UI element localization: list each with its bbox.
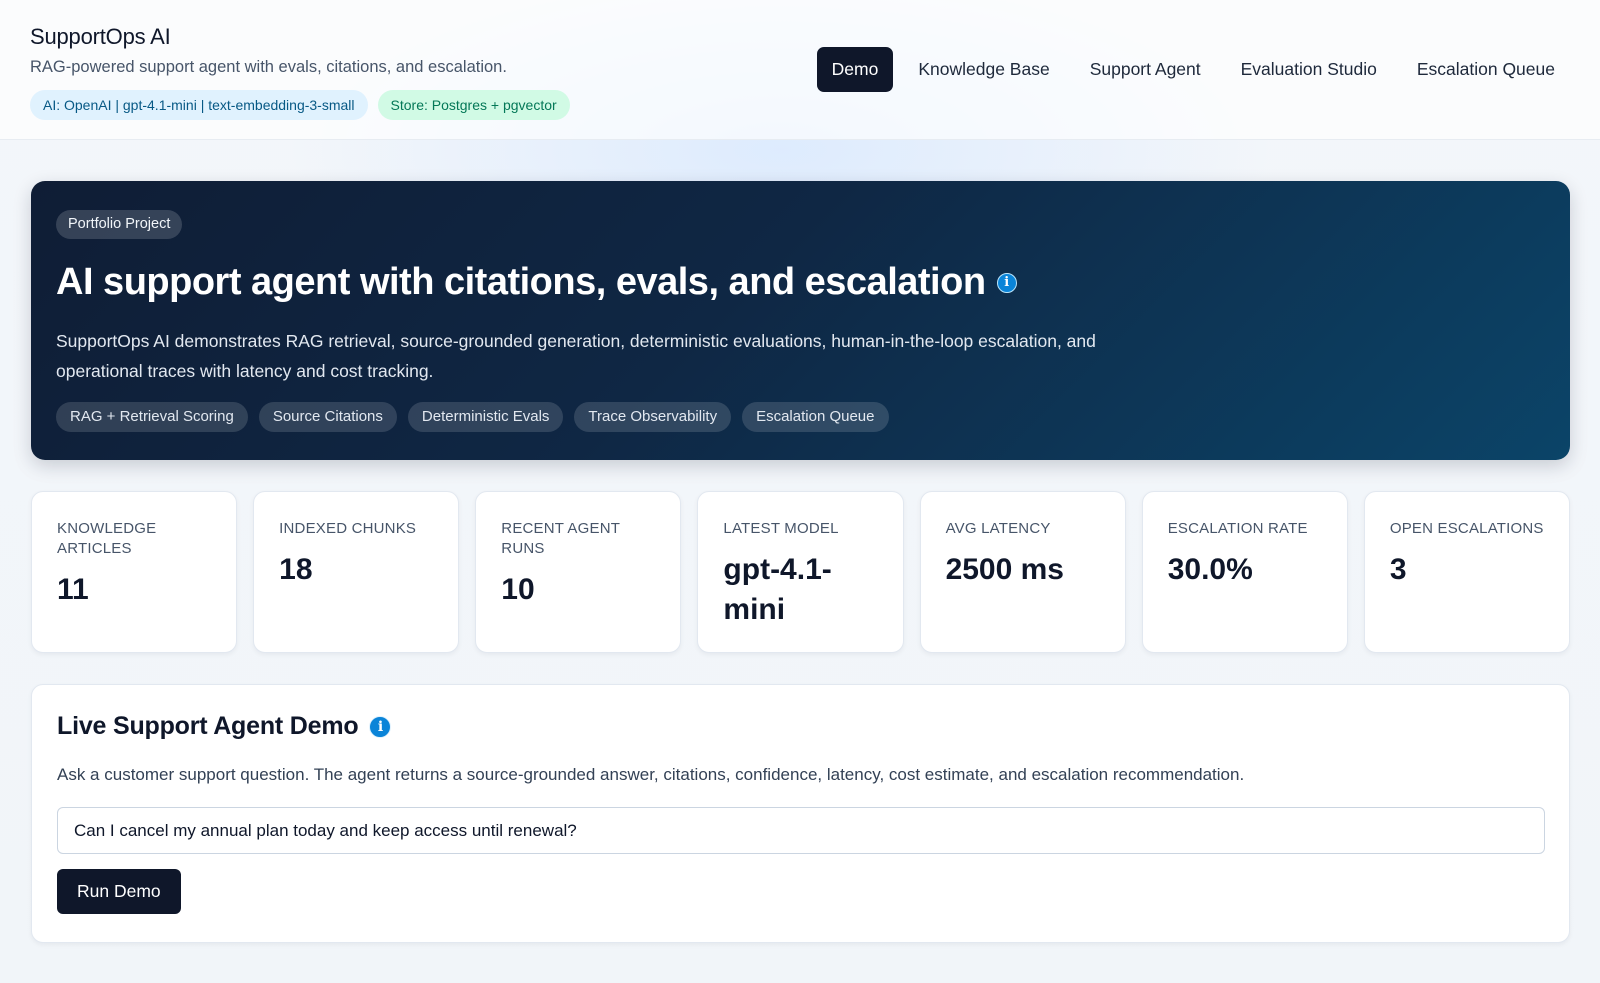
stat-value: 30.0%: [1167, 553, 1253, 586]
feature-tag: Deterministic Evals: [407, 402, 564, 432]
demo-title-text: Live Support Agent Demo: [57, 712, 359, 740]
hero-title-text: AI support agent with citations, evals, …: [56, 261, 986, 303]
stat-label: Latest Model: [723, 520, 839, 537]
status-pills: AI: OpenAI | gpt-4.1-mini | text-embeddi…: [30, 90, 570, 120]
brand: SupportOps AI RAG-powered support agent …: [30, 24, 570, 120]
stat-label: Avg Latency: [945, 520, 1051, 537]
hero-description: SupportOps AI demonstrates RAG retrieval…: [56, 331, 1096, 381]
nav-demo[interactable]: Demo: [816, 47, 894, 92]
stat-label: Knowledge Articles: [57, 520, 157, 557]
ai-provider-badge: AI: OpenAI | gpt-4.1-mini | text-embeddi…: [30, 90, 368, 120]
stats-grid: Knowledge Articles 11 Indexed Chunks 18 …: [31, 491, 1570, 653]
live-demo-panel: Live Support Agent Demo i Ask a customer…: [31, 684, 1570, 943]
project-badge: Portfolio Project: [56, 210, 183, 239]
nav-knowledge-base[interactable]: Knowledge Base: [903, 47, 1064, 92]
stat-value: 10: [501, 573, 535, 606]
feature-tag: RAG + Retrieval Scoring: [56, 402, 248, 432]
question-input[interactable]: [57, 807, 1545, 854]
demo-title: Live Support Agent Demo i: [57, 712, 1544, 741]
hero-title: AI support agent with citations, evals, …: [56, 261, 1545, 304]
stat-label: Recent Agent Runs: [501, 520, 620, 557]
feature-tags: RAG + Retrieval Scoring Source Citations…: [56, 402, 1545, 432]
store-badge: Store: Postgres + pgvector: [377, 90, 570, 120]
stat-card-latest-model: Latest Model gpt-4.1-mini: [697, 491, 904, 653]
stat-value: gpt-4.1-mini: [723, 553, 832, 626]
stat-label: Open Escalations: [1389, 520, 1544, 537]
stat-label: Indexed Chunks: [279, 520, 417, 537]
app-header: SupportOps AI RAG-powered support agent …: [0, 0, 1600, 140]
nav-evaluation-studio[interactable]: Evaluation Studio: [1226, 47, 1392, 92]
stat-card-avg-latency: Avg Latency 2500 ms: [919, 491, 1126, 653]
hero-banner: Portfolio Project AI support agent with …: [31, 181, 1570, 460]
app-subtitle: RAG-powered support agent with evals, ci…: [30, 58, 507, 76]
nav-support-agent[interactable]: Support Agent: [1075, 47, 1216, 92]
stat-value: 11: [57, 573, 89, 606]
main-nav: Demo Knowledge Base Support Agent Evalua…: [816, 47, 1570, 92]
info-icon[interactable]: i: [996, 272, 1017, 293]
stat-card-indexed-chunks: Indexed Chunks 18: [253, 491, 460, 653]
stat-label: Escalation Rate: [1167, 520, 1308, 537]
run-demo-button[interactable]: Run Demo: [57, 869, 181, 914]
nav-escalation-queue[interactable]: Escalation Queue: [1402, 47, 1570, 92]
feature-tag: Escalation Queue: [742, 402, 889, 432]
stat-card-open-escalations: Open Escalations 3: [1363, 491, 1570, 653]
feature-tag: Source Citations: [258, 402, 397, 432]
stat-card-recent-agent-runs: Recent Agent Runs 10: [475, 491, 682, 653]
stat-value: 18: [279, 553, 313, 586]
info-icon[interactable]: i: [369, 715, 392, 738]
stat-value: 3: [1389, 553, 1407, 586]
demo-description: Ask a customer support question. The age…: [57, 765, 1245, 784]
stat-card-knowledge-articles: Knowledge Articles 11: [31, 491, 238, 653]
stat-value: 2500 ms: [945, 553, 1064, 586]
stat-card-escalation-rate: Escalation Rate 30.0%: [1141, 491, 1348, 653]
app-title: SupportOps AI: [30, 24, 171, 49]
feature-tag: Trace Observability: [574, 402, 732, 432]
